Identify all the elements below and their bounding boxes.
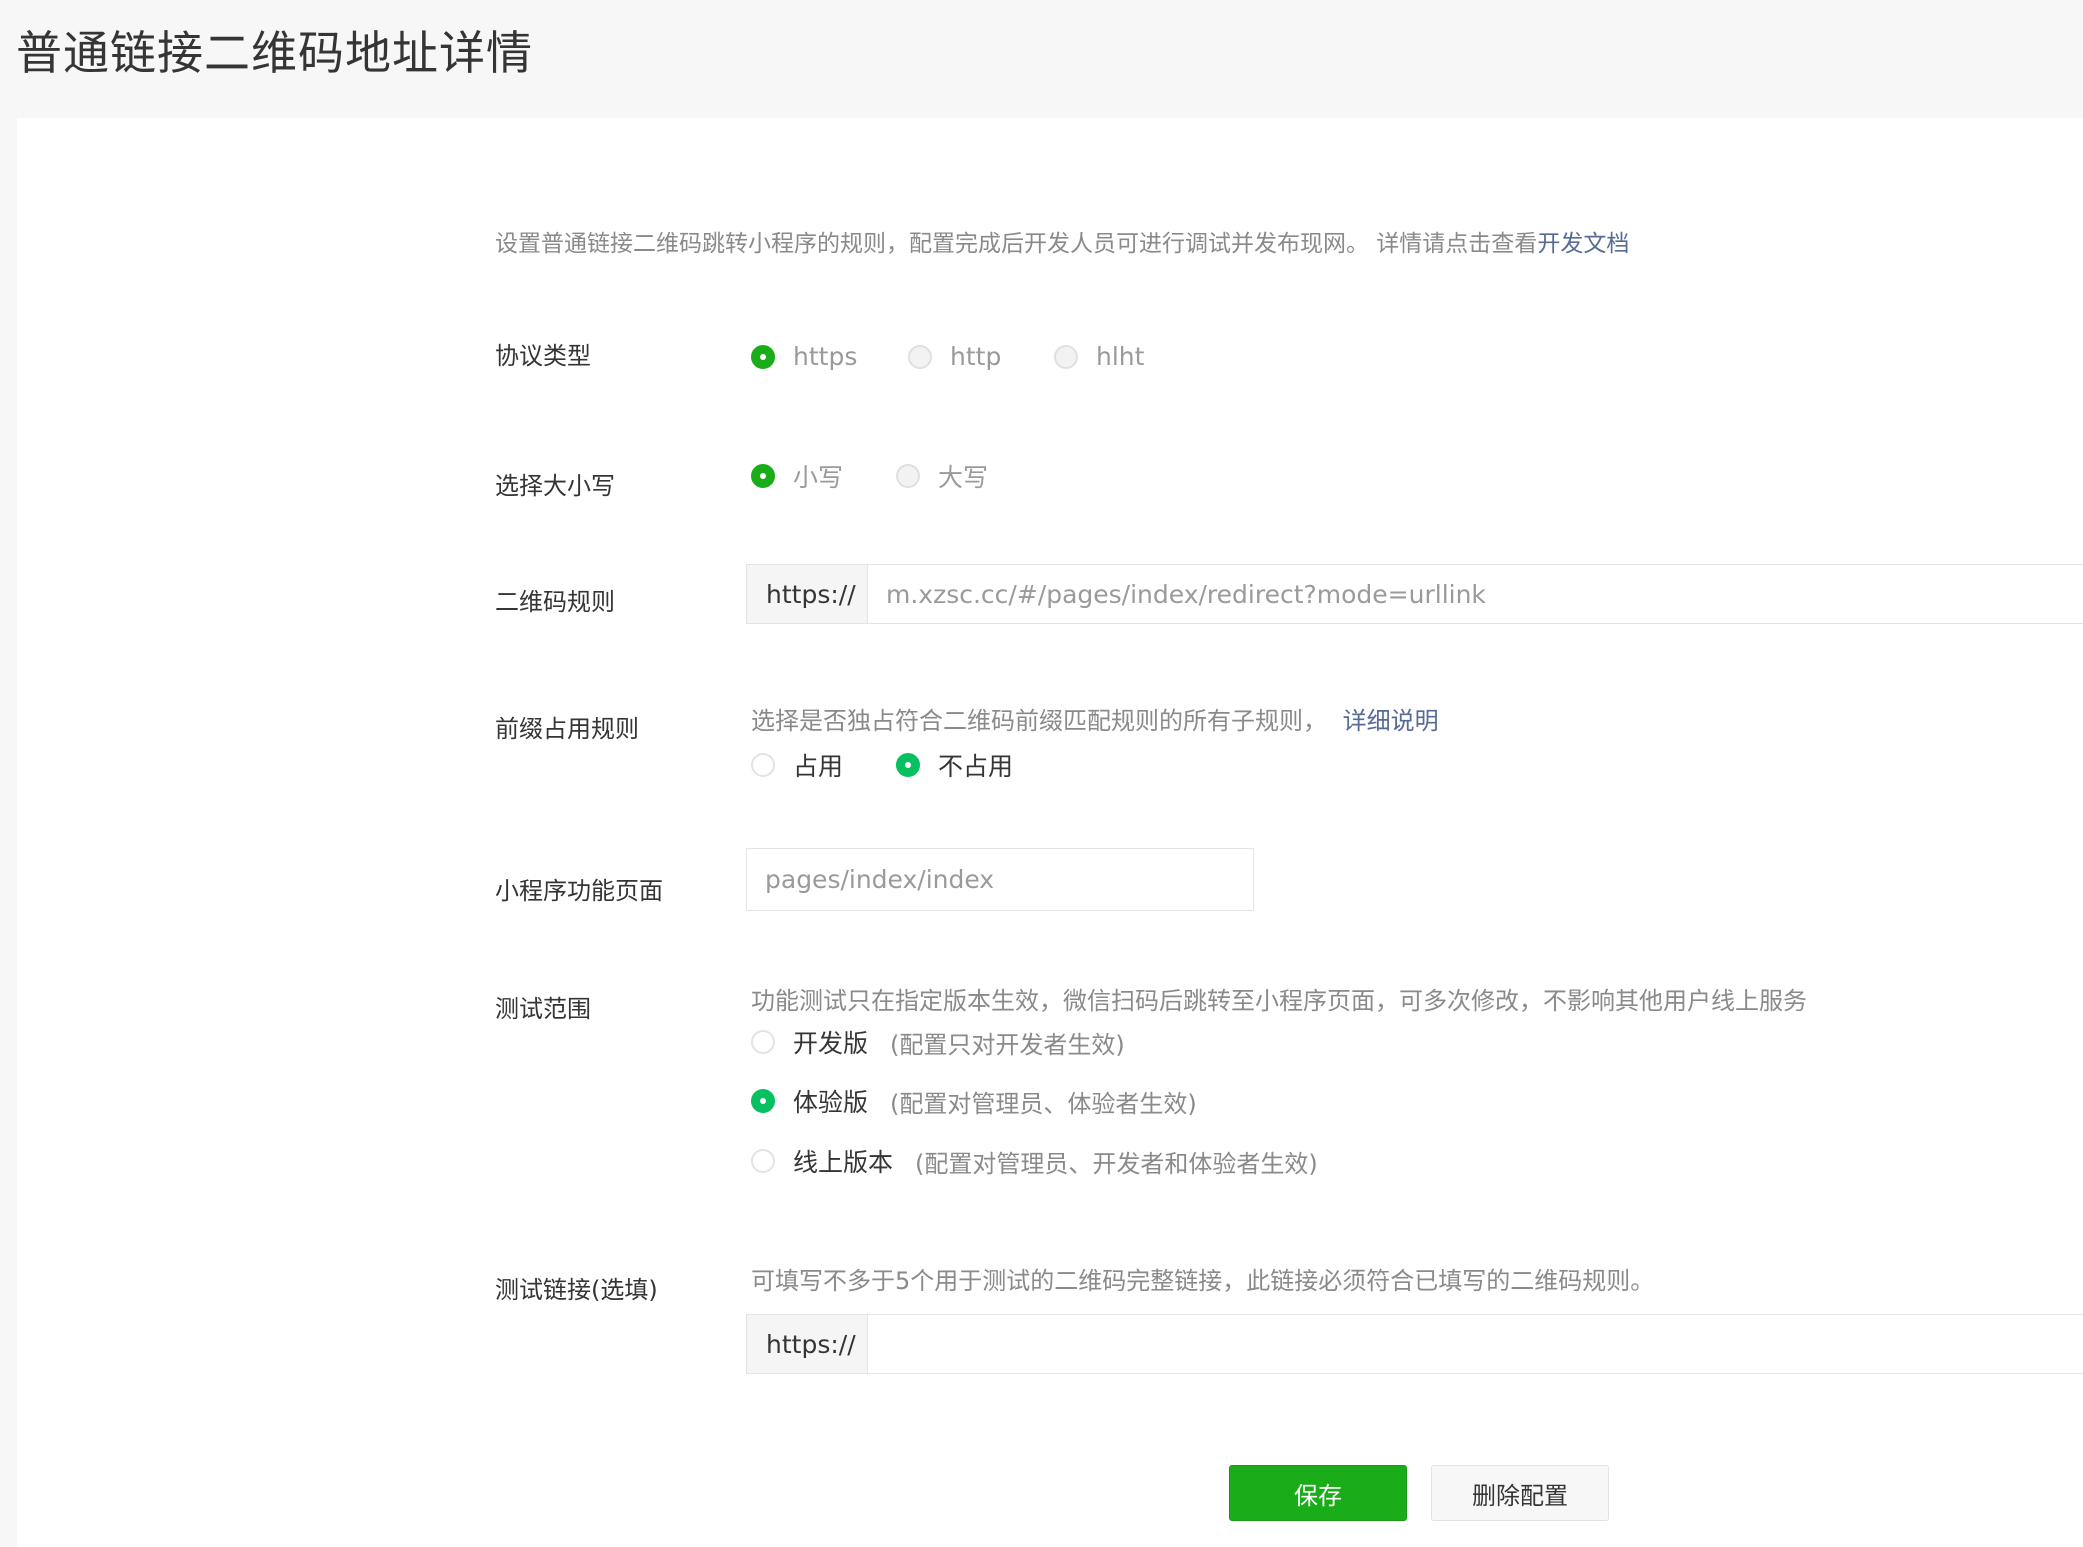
radio-unchecked-icon bbox=[1054, 344, 1078, 369]
scope-radio-trial[interactable]: 体验版 (配置对管理员、体验者生效) bbox=[751, 1083, 1197, 1119]
radio-label: 体验版 bbox=[793, 1088, 869, 1117]
prefix-rule-text: 选择是否独占符合二维码前缀匹配规则的所有子规则， bbox=[751, 707, 1327, 735]
prefix-radio-occupy[interactable]: 占用 bbox=[751, 747, 843, 783]
test-link-description: 可填写不多于5个用于测试的二维码完整链接，此链接必须符合已填写的二维码规则。 bbox=[751, 1267, 1655, 1295]
page-path-label: 小程序功能页面 bbox=[495, 877, 663, 905]
radio-label: 线上版本 bbox=[793, 1148, 894, 1177]
radio-unchecked-icon bbox=[908, 344, 932, 369]
qr-rule-input[interactable] bbox=[868, 565, 2083, 623]
radio-label: 占用 bbox=[793, 752, 844, 781]
radio-checked-icon bbox=[751, 344, 775, 369]
radio-unchecked-icon bbox=[751, 1030, 775, 1054]
save-button[interactable]: 保存 bbox=[1229, 1465, 1407, 1521]
test-link-prefix: https:// bbox=[747, 1315, 868, 1373]
protocol-radio-http[interactable]: http bbox=[908, 342, 1001, 371]
test-link-input-group: https:// bbox=[746, 1314, 2083, 1374]
page-title: 普通链接二维码地址详情 bbox=[16, 26, 533, 80]
case-radio-upper[interactable]: 大写 bbox=[896, 458, 988, 494]
radio-label: 大写 bbox=[938, 463, 989, 492]
radio-label: hlht bbox=[1096, 342, 1145, 371]
radio-hint: (配置对管理员、开发者和体验者生效) bbox=[915, 1149, 1318, 1178]
qr-rule-prefix: https:// bbox=[747, 565, 868, 623]
radio-unchecked-icon bbox=[751, 1149, 775, 1173]
case-label: 选择大小写 bbox=[495, 472, 615, 500]
page-path-input[interactable] bbox=[746, 848, 1254, 911]
radio-label: 小写 bbox=[793, 463, 844, 492]
radio-hint: (配置只对开发者生效) bbox=[890, 1030, 1125, 1059]
dev-docs-link[interactable]: 开发文档 bbox=[1537, 231, 1629, 257]
prefix-radio-not-occupy[interactable]: 不占用 bbox=[896, 747, 1013, 783]
prefix-rule-label: 前缀占用规则 bbox=[495, 715, 639, 743]
radio-label: 不占用 bbox=[938, 752, 1014, 781]
protocol-radio-https[interactable]: https bbox=[751, 342, 857, 371]
qr-rule-label: 二维码规则 bbox=[495, 588, 615, 616]
test-link-input[interactable] bbox=[868, 1315, 2083, 1373]
radio-hint: (配置对管理员、体验者生效) bbox=[890, 1089, 1197, 1118]
radio-checked-icon bbox=[751, 1089, 775, 1113]
page-header: 普通链接二维码地址详情 bbox=[0, 0, 2083, 118]
prefix-rule-description: 选择是否独占符合二维码前缀匹配规则的所有子规则， 详细说明 bbox=[751, 701, 1439, 736]
radio-unchecked-icon bbox=[896, 464, 920, 488]
intro-description: 设置普通链接二维码跳转小程序的规则，配置完成后开发人员可进行调试并发布现网。 详… bbox=[495, 224, 1629, 258]
radio-checked-icon bbox=[751, 464, 775, 488]
protocol-radio-hlht[interactable]: hlht bbox=[1054, 342, 1144, 371]
radio-checked-icon bbox=[896, 753, 920, 777]
qr-rule-input-group: https:// bbox=[746, 564, 2083, 624]
test-link-label: 测试链接(选填) bbox=[495, 1276, 658, 1304]
scope-radio-dev[interactable]: 开发版 (配置只对开发者生效) bbox=[751, 1024, 1125, 1060]
test-scope-label: 测试范围 bbox=[495, 995, 591, 1023]
intro-text: 设置普通链接二维码跳转小程序的规则，配置完成后开发人员可进行调试并发布现网。 详… bbox=[495, 231, 1538, 257]
radio-label: http bbox=[950, 342, 1002, 371]
details-link[interactable]: 详细说明 bbox=[1343, 707, 1439, 735]
case-radio-lower[interactable]: 小写 bbox=[751, 458, 843, 494]
delete-config-button[interactable]: 删除配置 bbox=[1431, 1465, 1609, 1521]
scope-radio-release[interactable]: 线上版本 (配置对管理员、开发者和体验者生效) bbox=[751, 1143, 1318, 1179]
radio-unchecked-icon bbox=[751, 753, 775, 777]
test-scope-description: 功能测试只在指定版本生效，微信扫码后跳转至小程序页面，可多次修改，不影响其他用户… bbox=[751, 987, 1807, 1015]
radio-label: 开发版 bbox=[793, 1029, 869, 1058]
radio-label: https bbox=[793, 342, 858, 371]
protocol-label: 协议类型 bbox=[495, 342, 591, 370]
